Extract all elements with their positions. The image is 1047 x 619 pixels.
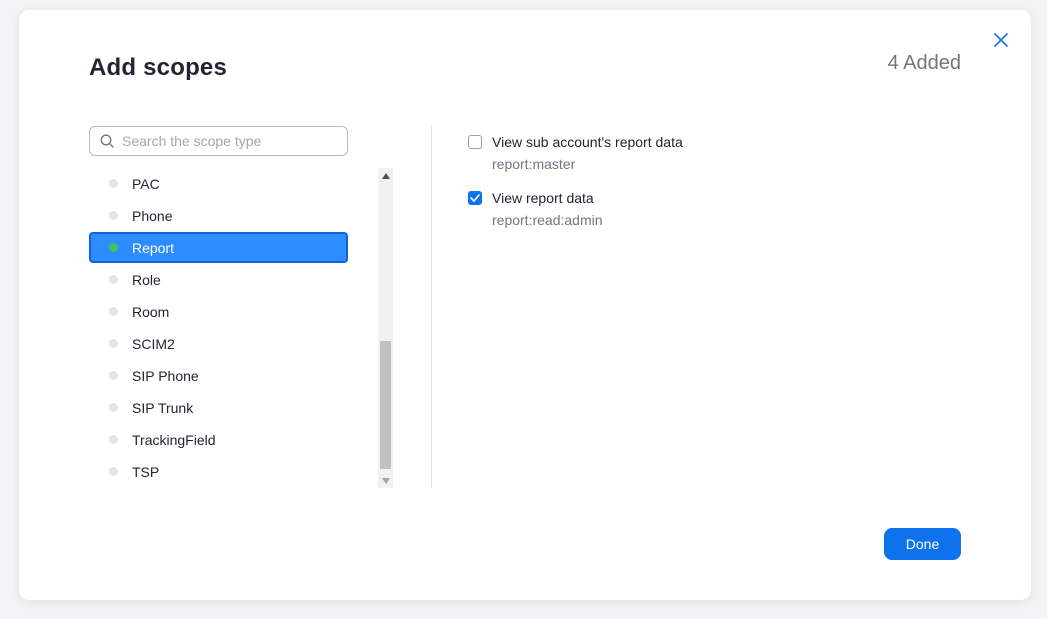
- scope-checkbox[interactable]: [468, 135, 482, 149]
- scope-type-item-report[interactable]: Report: [89, 232, 348, 263]
- scope-type-item-trackingfield[interactable]: TrackingField: [89, 424, 348, 455]
- scope-type-item-tsp[interactable]: TSP: [89, 456, 348, 487]
- scope-type-item-pac[interactable]: PAC: [89, 168, 348, 199]
- scope-list-scrollbar[interactable]: [378, 168, 393, 488]
- scope-type-label: TrackingField: [132, 431, 216, 448]
- scope-type-label: Role: [132, 271, 161, 288]
- done-button[interactable]: Done: [884, 528, 961, 560]
- status-dot: [109, 179, 118, 188]
- search-input[interactable]: [120, 132, 344, 150]
- scope-type-item-room[interactable]: Room: [89, 296, 348, 327]
- added-count: 4 Added: [887, 52, 961, 74]
- scope-type-item-role[interactable]: Role: [89, 264, 348, 295]
- scope-type-item-scim2[interactable]: SCIM2: [89, 328, 348, 359]
- panel-divider: [431, 126, 432, 488]
- scope-type-item-phone[interactable]: Phone: [89, 200, 348, 231]
- status-dot: [109, 275, 118, 284]
- scope-type-label: Report: [132, 239, 175, 256]
- dialog-title: Add scopes: [89, 54, 228, 81]
- scope-type-label: TSP: [132, 463, 160, 480]
- search-field[interactable]: [89, 126, 348, 156]
- status-dot: [109, 435, 118, 444]
- scope-type-label: PAC: [132, 175, 160, 192]
- scope-option-identifier: report:read:admin: [492, 212, 603, 228]
- status-dot: [109, 211, 118, 220]
- scope-type-item-sip-trunk[interactable]: SIP Trunk: [89, 392, 348, 423]
- scope-option-report-master: View sub account's report data report:ma…: [468, 134, 868, 172]
- close-icon[interactable]: [991, 30, 1011, 50]
- scope-type-item-sip-phone[interactable]: SIP Phone: [89, 360, 348, 391]
- scope-type-label: SCIM2: [132, 335, 175, 352]
- scope-option-identifier: report:master: [492, 156, 576, 172]
- scope-type-label: SIP Phone: [132, 367, 199, 384]
- scroll-down-arrow-icon[interactable]: [378, 473, 393, 488]
- status-dot: [109, 403, 118, 412]
- scope-type-label: Phone: [132, 207, 173, 224]
- scope-option-label: View report data: [492, 190, 594, 206]
- status-dot: [109, 339, 118, 348]
- status-dot: [109, 371, 118, 380]
- scope-type-label: SIP Trunk: [132, 399, 194, 416]
- scope-option-report-read-admin: View report data report:read:admin: [468, 190, 868, 228]
- scrollbar-thumb[interactable]: [380, 341, 391, 469]
- checkmark-icon: [470, 194, 480, 202]
- scroll-up-arrow-icon[interactable]: [378, 168, 393, 183]
- status-dot: [109, 307, 118, 316]
- search-icon: [100, 134, 114, 148]
- active-status-dot: [109, 243, 118, 252]
- add-scopes-dialog: Add scopes 4 Added PAC Phone Report Role…: [19, 10, 1031, 600]
- scope-type-list: PAC Phone Report Role Room SCIM2 SIP Pho…: [89, 168, 351, 488]
- scope-checkbox-checked[interactable]: [468, 191, 482, 205]
- status-dot: [109, 467, 118, 476]
- scope-type-label: Room: [132, 303, 170, 320]
- scope-option-label: View sub account's report data: [492, 134, 683, 150]
